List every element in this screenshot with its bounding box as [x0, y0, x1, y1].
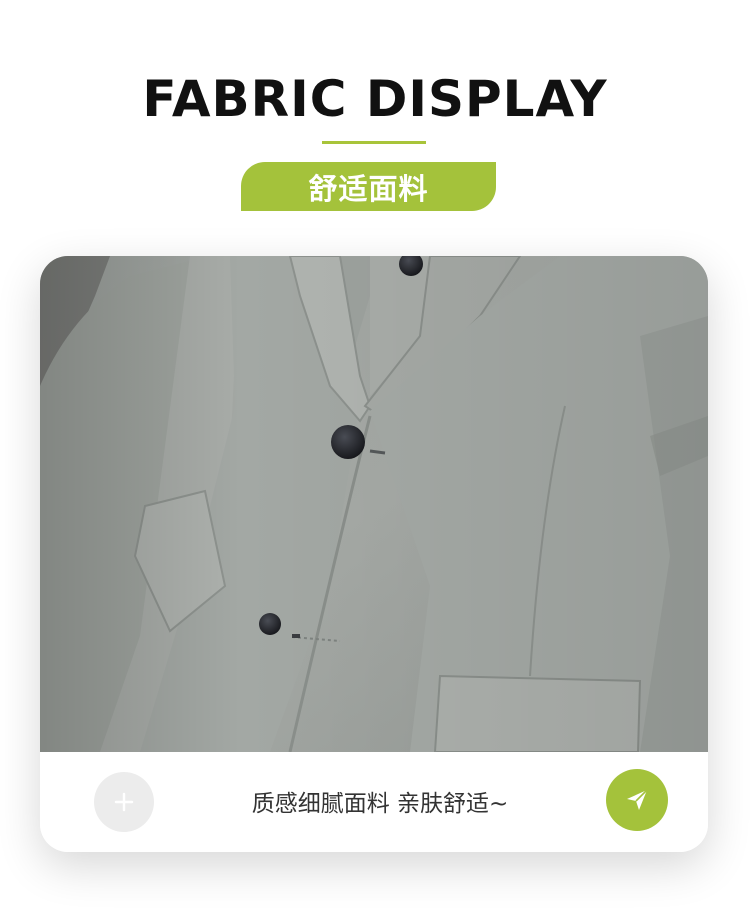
page-title: FABRIC DISPLAY: [142, 70, 608, 128]
send-icon: [627, 789, 648, 810]
title-underline: [322, 141, 426, 144]
plus-button[interactable]: [94, 772, 154, 832]
suit-fabric-photo: [40, 256, 708, 752]
caption-text: 质感细腻面料 亲肤舒适~: [251, 791, 509, 817]
caption-bar: 质感细腻面料 亲肤舒适~: [40, 752, 708, 852]
subtitle-badge: 舒适面料: [241, 162, 496, 211]
fabric-card: 质感细腻面料 亲肤舒适~: [40, 256, 708, 852]
send-button[interactable]: [606, 769, 668, 831]
plus-icon: [114, 792, 134, 812]
